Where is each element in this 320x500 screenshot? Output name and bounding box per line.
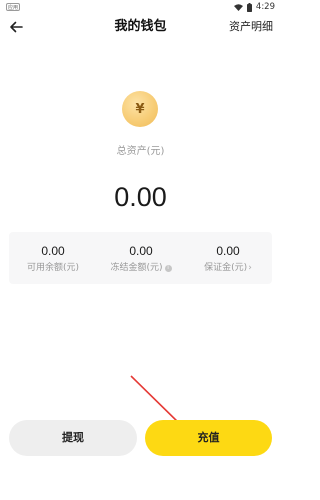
battery-icon <box>246 2 252 12</box>
balance-summary-card: 0.00 可用余额(元) 0.00 冻结金额(元) i 0.00 保证金(元)› <box>9 232 272 284</box>
status-time: 4:29 <box>255 2 275 12</box>
status-bar: 应用 4:29 <box>0 0 281 14</box>
wifi-icon <box>233 3 243 11</box>
yuan-symbol: ¥ <box>135 101 145 117</box>
deposit-amount-value: 0.00 <box>216 244 240 258</box>
available-balance: 0.00 可用余额(元) <box>9 232 97 284</box>
status-icons: 4:29 <box>233 1 275 13</box>
chevron-right-icon: › <box>248 263 252 273</box>
total-assets-value: 0.00 <box>114 182 167 212</box>
frozen-amount[interactable]: 0.00 冻结金额(元) i <box>97 232 185 284</box>
total-assets-label: 总资产(元) <box>116 146 165 157</box>
available-balance-value: 0.00 <box>41 244 65 258</box>
frozen-amount-value: 0.00 <box>129 244 153 258</box>
nav-bar: 我的钱包 资产明细 <box>0 14 281 44</box>
deposit-amount[interactable]: 0.00 保证金(元)› <box>184 232 272 284</box>
coin-icon: ¥ <box>122 91 158 127</box>
withdraw-button[interactable]: 提现 <box>9 420 137 456</box>
frozen-amount-label: 冻结金额(元) <box>110 263 163 273</box>
info-icon[interactable]: i <box>164 265 172 272</box>
available-balance-label: 可用余额(元) <box>26 263 80 273</box>
app-badge: 应用 <box>6 3 20 11</box>
recharge-button[interactable]: 充值 <box>145 420 272 456</box>
asset-detail-link[interactable]: 资产明细 <box>229 20 273 34</box>
deposit-amount-label: 保证金(元) <box>204 263 248 273</box>
